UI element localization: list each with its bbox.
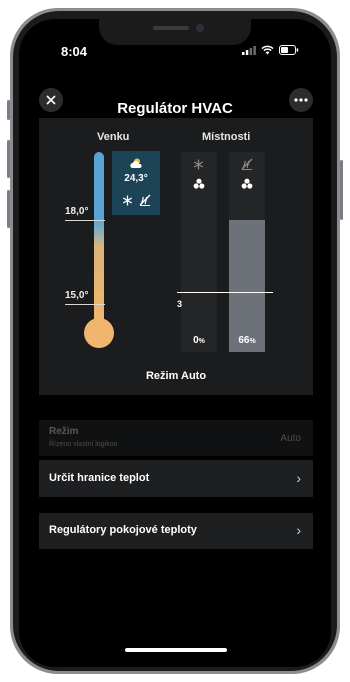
tick-line-low [65,304,105,305]
status-time: 8:04 [61,44,88,59]
fan-icon [241,178,253,189]
room-regulators-row[interactable]: Regulátory pokojové teploty › [39,513,313,549]
chevron-right-icon: › [296,470,301,486]
camera [196,24,204,32]
mode-label: Režim [49,426,79,437]
cooling-column: 66% [229,152,265,352]
setpoint-line [177,292,273,293]
home-indicator[interactable] [125,648,227,652]
rooms-label: Místnosti [202,131,251,143]
mode-value: Auto [280,433,301,444]
page-title: Regulátor HVAC [117,100,233,117]
room-regulators-label: Regulátory pokojové teploty [49,524,197,536]
heating-percent: 0% [193,335,205,346]
mode-row[interactable]: Režim Řízeno vlastní logikou Auto [39,420,313,456]
partly-cloudy-icon [130,158,142,168]
speaker [153,26,189,30]
fan-icon [193,178,205,189]
tick-label-low: 15,0° [65,290,89,301]
cooling-percent: 66% [238,335,256,346]
temperature-limits-label: Určit hranice teplot [49,472,150,484]
outside-label: Venku [97,131,130,143]
battery-icon [279,45,299,55]
outside-weather-box: 24,3° [112,151,160,215]
screen: 8:04 Regulátor HVAC Venku Místnosti 18,0… [19,19,331,667]
heating-off-icon [139,194,151,206]
snowflake-icon [193,159,204,170]
snowflake-icon [122,195,133,206]
tick-label-high: 18,0° [65,206,89,217]
outside-thermometer [94,152,104,295]
status-icons [242,45,299,55]
temperature-limits-row[interactable]: Určit hranice teplot › [39,460,313,497]
more-icon [294,98,308,102]
notch [99,19,251,45]
thermometer-bulb [84,318,114,348]
more-button[interactable] [289,88,313,112]
heating-off-icon [241,158,253,170]
wifi-icon [261,45,274,55]
mode-auto-label: Režim Auto [145,370,207,382]
hvac-panel: Venku Místnosti 18,0° 15,0° 24,3° 0% 66%… [39,118,313,395]
tick-line-high [65,220,105,221]
mode-sublabel: Řízeno vlastní logikou [49,441,118,448]
chevron-right-icon: › [296,522,301,538]
signal-icon [242,45,256,55]
outside-temperature: 24,3° [124,173,148,184]
cooling-level-fill [229,220,265,352]
setpoint-label: 3 [177,299,183,309]
heating-column: 0% [181,152,217,352]
power-button [340,160,343,220]
